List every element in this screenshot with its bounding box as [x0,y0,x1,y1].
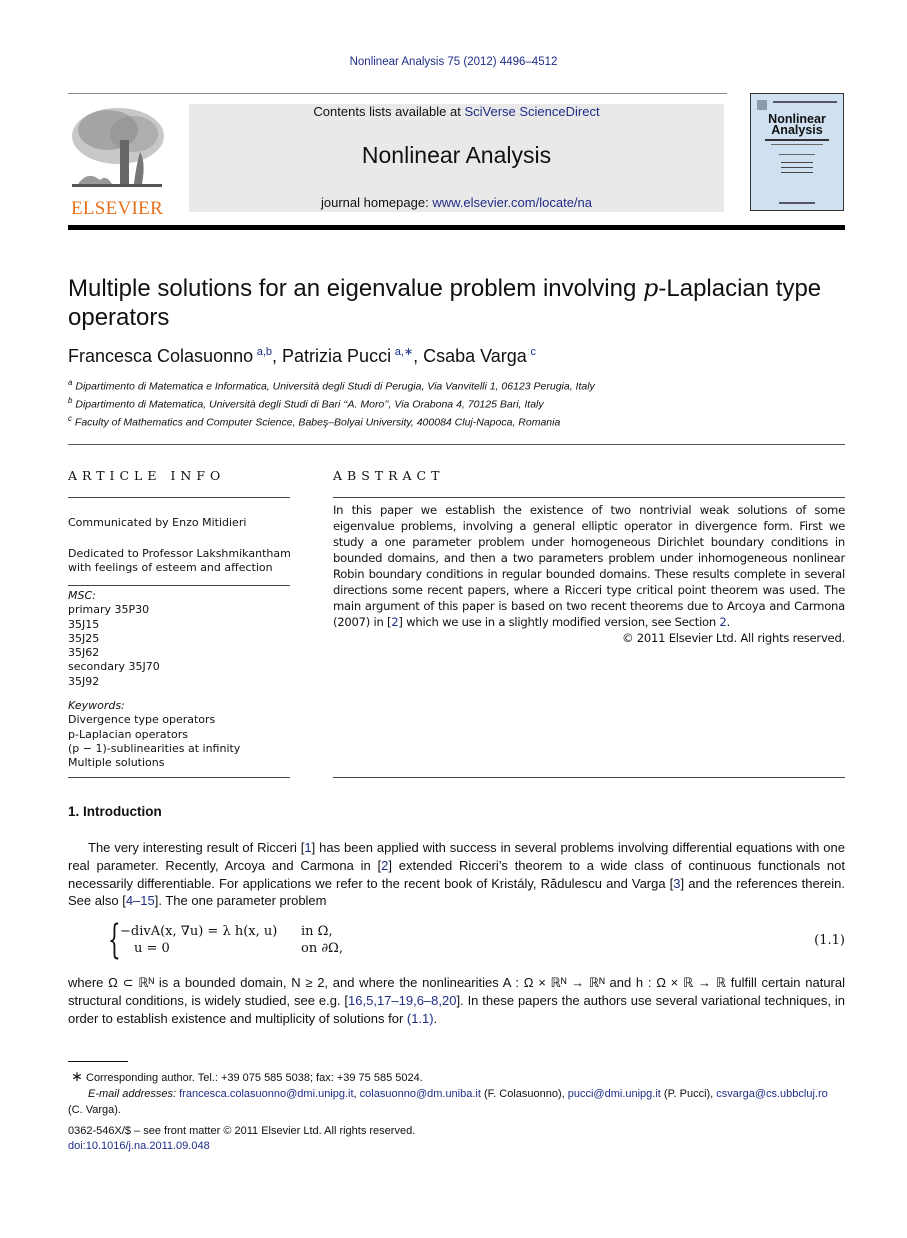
section-divider [68,444,845,445]
msc-code: primary 35P30 [68,603,150,617]
author-name[interactable]: Francesca Colasuonno [68,346,253,366]
footnote-corresponding: ∗ Corresponding author. Tel.: +39 075 585… [68,1068,845,1118]
equation-line-lhs: u = 0 [134,941,170,956]
email-link[interactable]: colasuonno@dm.uniba.it [360,1088,481,1100]
email-link[interactable]: francesca.colasuonno@dmi.unipg.it [179,1088,353,1100]
section-heading: 1. Introduction [68,804,162,819]
abstract-body: In this paper we establish the existence… [333,503,845,645]
cover-thumbnail-icon [757,100,767,110]
author-affiliation-marks[interactable]: a,∗ [395,346,413,358]
homepage-line: journal homepage: www.elsevier.com/locat… [321,195,592,210]
communicated-by: Communicated by Enzo Mitidieri [68,516,247,529]
journal-cover: Nonlinear Analysis [750,93,844,211]
reference-link[interactable]: 1 [304,840,311,855]
email-link[interactable]: csvarga@cs.ubbcluj.ro [716,1088,827,1100]
footnote-rule [68,1061,128,1062]
article-info-rule [68,585,290,586]
affiliation: a Dipartimento di Matematica e Informati… [68,378,595,393]
msc-code: 35J92 [68,674,100,688]
article-info-heading: ARTICLE INFO [68,468,226,483]
keywords-list: Keywords: Divergence type operators p-La… [68,699,241,770]
journal-reference[interactable]: Nonlinear Analysis 75 (2012) 4496–4512 [0,56,907,68]
author-list: Francesca Colasuonno a,b, Patrizia Pucci… [68,346,536,366]
front-matter-line: 0362-546X/$ – see front matter © 2011 El… [68,1125,416,1137]
elsevier-logo: ELSEVIER [68,104,166,219]
doi-link[interactable]: doi:10.1016/j.na.2011.09.048 [68,1140,210,1152]
journal-name: Nonlinear Analysis [361,142,552,168]
equation-line-rhs: in Ω, [301,924,333,939]
intro-paragraph: where Ω ⊂ ℝᴺ is a bounded domain, N ≥ 2,… [68,975,845,1026]
msc-code: 35J62 [68,646,100,660]
keyword: p-Laplacian operators [68,727,188,741]
section-link[interactable]: 2 [719,615,726,629]
abstract-rule [333,497,845,498]
header-thick-rule [68,225,845,230]
keyword: Divergence type operators [68,713,216,727]
intro-paragraph: The very interesting result of Ricceri [… [68,840,845,909]
reference-link[interactable]: 16,5,17–19,6–8,20 [348,993,456,1008]
journal-homepage-link[interactable]: www.elsevier.com/locate/na [432,195,592,210]
author-name[interactable]: Patrizia Pucci [282,346,391,366]
journal-masthead: Contents lists available at SciVerse Sci… [189,104,724,212]
article-info-rule [68,497,290,498]
equation-1-1: { −divA(x, ∇u) = λ h(x, u) in Ω, u = 0 o… [108,918,845,962]
affiliation: c Faculty of Mathematics and Computer Sc… [68,414,561,429]
contents-line: Contents lists available at SciVerse Sci… [313,104,600,119]
keyword: Multiple solutions [68,756,165,770]
msc-code: 35J25 [68,631,100,645]
equation-line-rhs: on ∂Ω, [301,941,343,956]
author-affiliation-marks[interactable]: c [530,346,536,358]
equation-number: (1.1) [814,933,845,948]
article-info-rule [68,777,290,778]
equation-link[interactable]: (1.1) [407,1011,434,1026]
header-rule [68,93,727,94]
msc-code: secondary 35J70 [68,660,160,674]
msc-code: 35J15 [68,617,100,631]
email-addresses: E-mail addresses: francesca.colasuonno@d… [88,1088,828,1100]
author-name[interactable]: Csaba Varga [423,346,527,366]
equation-line-lhs: −divA(x, ∇u) = λ h(x, u) [120,924,278,939]
cover-title: Nonlinear Analysis [768,112,826,137]
dedication: Dedicated to Professor Lakshmikantham wi… [68,547,291,575]
affiliation: b Dipartimento di Matematica, Università… [68,396,544,411]
reference-link[interactable]: 4–15 [126,893,155,908]
msc-list: MSC: primary 35P30 35J15 35J25 35J62 sec… [68,589,160,688]
left-brace-icon: { [108,917,121,963]
tree-icon [72,108,164,187]
sciencedirect-link[interactable]: SciVerse ScienceDirect [464,104,599,119]
abstract-heading: ABSTRACT [333,468,445,483]
abstract-rule [333,777,845,778]
keyword: (p − 1)-sublinearities at infinity [68,741,241,755]
author-affiliation-marks[interactable]: a,b [257,346,272,358]
article-title: Multiple solutions for an eigenvalue pro… [68,274,822,331]
asterisk-icon: ∗ [71,1068,83,1084]
email-link[interactable]: pucci@dmi.unipg.it [568,1088,661,1100]
reference-link[interactable]: 3 [673,876,680,891]
abstract-copyright: © 2011 Elsevier Ltd. All rights reserved… [622,631,845,645]
elsevier-wordmark: ELSEVIER [70,198,164,219]
